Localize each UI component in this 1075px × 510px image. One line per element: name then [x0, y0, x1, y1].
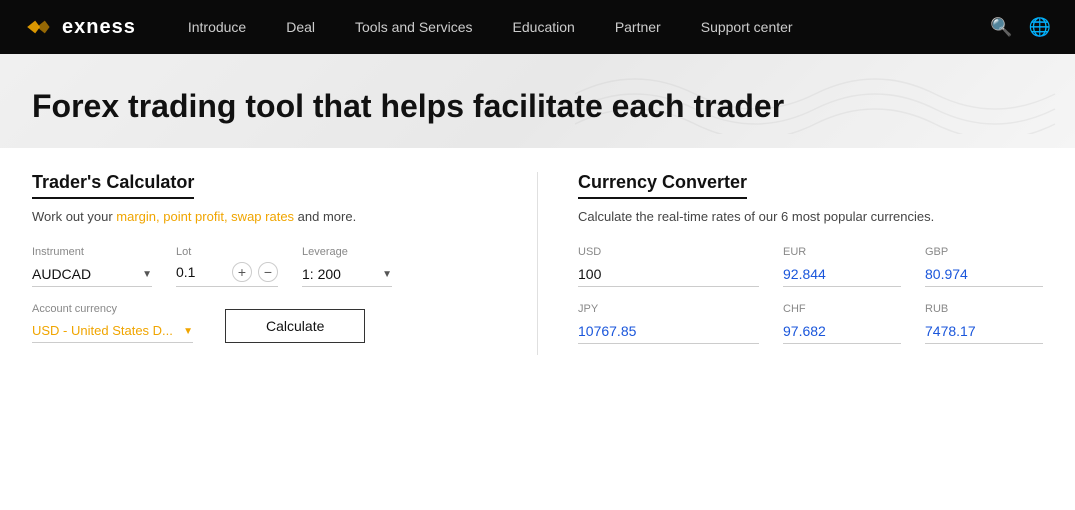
calculator-form-row1: Instrument AUDCAD ▼ Lot + − L	[32, 246, 497, 287]
usd-input[interactable]	[578, 262, 759, 287]
jpy-value: 10767.85	[578, 319, 759, 344]
currency-usd: USD	[578, 246, 759, 287]
converter-description: Calculate the real-time rates of our 6 m…	[578, 207, 1043, 227]
lot-decrement-button[interactable]: −	[258, 262, 278, 282]
currency-jpy: JPY 10767.85	[578, 303, 759, 344]
chf-value: 97.682	[783, 319, 901, 344]
account-currency-select-wrapper: USD - United States D... ▼	[32, 319, 193, 343]
nav-link-support[interactable]: Support center	[681, 0, 813, 54]
lot-label: Lot	[176, 246, 278, 258]
navbar: exness Introduce Deal Tools and Services…	[0, 0, 1075, 54]
account-currency-row: Account currency USD - United States D..…	[32, 303, 497, 343]
currency-grid: USD EUR 92.844 GBP 80.974 JPY 10767.85 C…	[578, 246, 1043, 344]
account-currency-select[interactable]: USD - United States D...	[32, 319, 193, 343]
leverage-select[interactable]: 1: 200	[302, 262, 392, 287]
leverage-select-wrapper: 1: 200 ▼	[302, 262, 392, 287]
account-currency-label: Account currency	[32, 303, 193, 315]
lot-group: Lot + −	[176, 246, 278, 287]
nav-icons: 🔍 🌐	[990, 17, 1051, 38]
logo[interactable]: exness	[24, 16, 136, 39]
currency-converter-section: Currency Converter Calculate the real-ti…	[538, 172, 1043, 356]
main-content: Trader's Calculator Work out your margin…	[0, 148, 1075, 380]
usd-label: USD	[578, 246, 759, 258]
calculator-title: Trader's Calculator	[32, 172, 194, 199]
search-icon[interactable]: 🔍	[990, 17, 1012, 38]
rub-value: 7478.17	[925, 319, 1043, 344]
jpy-label: JPY	[578, 303, 759, 315]
nav-link-deal[interactable]: Deal	[266, 0, 335, 54]
gbp-label: GBP	[925, 246, 1043, 258]
instrument-group: Instrument AUDCAD ▼	[32, 246, 152, 287]
globe-icon[interactable]: 🌐	[1029, 17, 1051, 38]
currency-gbp: GBP 80.974	[925, 246, 1043, 287]
nav-link-education[interactable]: Education	[493, 0, 595, 54]
calculator-description: Work out your margin, point profit, swap…	[32, 207, 497, 227]
nav-links: Introduce Deal Tools and Services Educat…	[168, 0, 990, 54]
chf-label: CHF	[783, 303, 901, 315]
currency-rub: RUB 7478.17	[925, 303, 1043, 344]
nav-link-partner[interactable]: Partner	[595, 0, 681, 54]
eur-label: EUR	[783, 246, 901, 258]
desc-link[interactable]: margin, point profit, swap rates	[116, 209, 294, 224]
logo-text: exness	[62, 16, 136, 39]
instrument-select-wrapper: AUDCAD ▼	[32, 262, 152, 287]
nav-link-introduce[interactable]: Introduce	[168, 0, 266, 54]
page-title: Forex trading tool that helps facilitate…	[32, 86, 792, 128]
account-currency-group: Account currency USD - United States D..…	[32, 303, 193, 343]
calculate-button[interactable]: Calculate	[225, 309, 365, 343]
eur-value: 92.844	[783, 262, 901, 287]
currency-chf: CHF 97.682	[783, 303, 901, 344]
converter-title: Currency Converter	[578, 172, 747, 199]
lot-increment-button[interactable]: +	[232, 262, 252, 282]
hero-section: Forex trading tool that helps facilitate…	[0, 54, 1075, 148]
leverage-group: Leverage 1: 200 ▼	[302, 246, 392, 287]
instrument-select[interactable]: AUDCAD	[32, 262, 152, 287]
instrument-label: Instrument	[32, 246, 152, 258]
currency-eur: EUR 92.844	[783, 246, 901, 287]
leverage-label: Leverage	[302, 246, 392, 258]
lot-input-wrapper: + −	[176, 262, 278, 287]
lot-input[interactable]	[176, 264, 226, 280]
rub-label: RUB	[925, 303, 1043, 315]
gbp-value: 80.974	[925, 262, 1043, 287]
traders-calculator-section: Trader's Calculator Work out your margin…	[32, 172, 538, 356]
nav-link-tools[interactable]: Tools and Services	[335, 0, 493, 54]
